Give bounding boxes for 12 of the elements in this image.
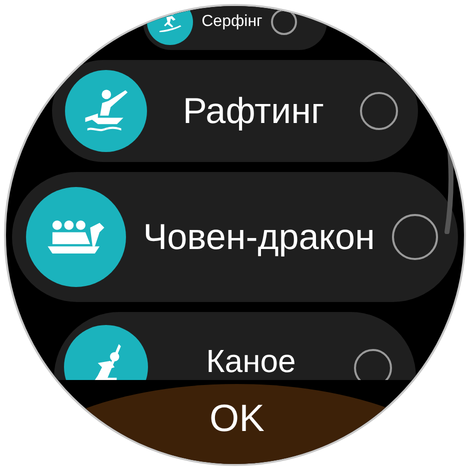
radio-button[interactable] [271,9,297,35]
radio-button[interactable] [354,349,392,380]
activity-item[interactable]: Каное [54,312,416,380]
activity-item[interactable]: Рафтинг [52,60,418,162]
activity-label: Рафтинг [182,90,326,132]
activity-item[interactable]: Човен-дракон [12,172,458,302]
activity-label: Серфінг [200,13,264,31]
radio-button[interactable] [392,214,438,260]
radio-button[interactable] [360,92,398,130]
activity-label: Каное [205,343,297,380]
activity-label: Човен-дракон [142,216,376,258]
activity-item[interactable]: Серфінг [143,6,327,50]
